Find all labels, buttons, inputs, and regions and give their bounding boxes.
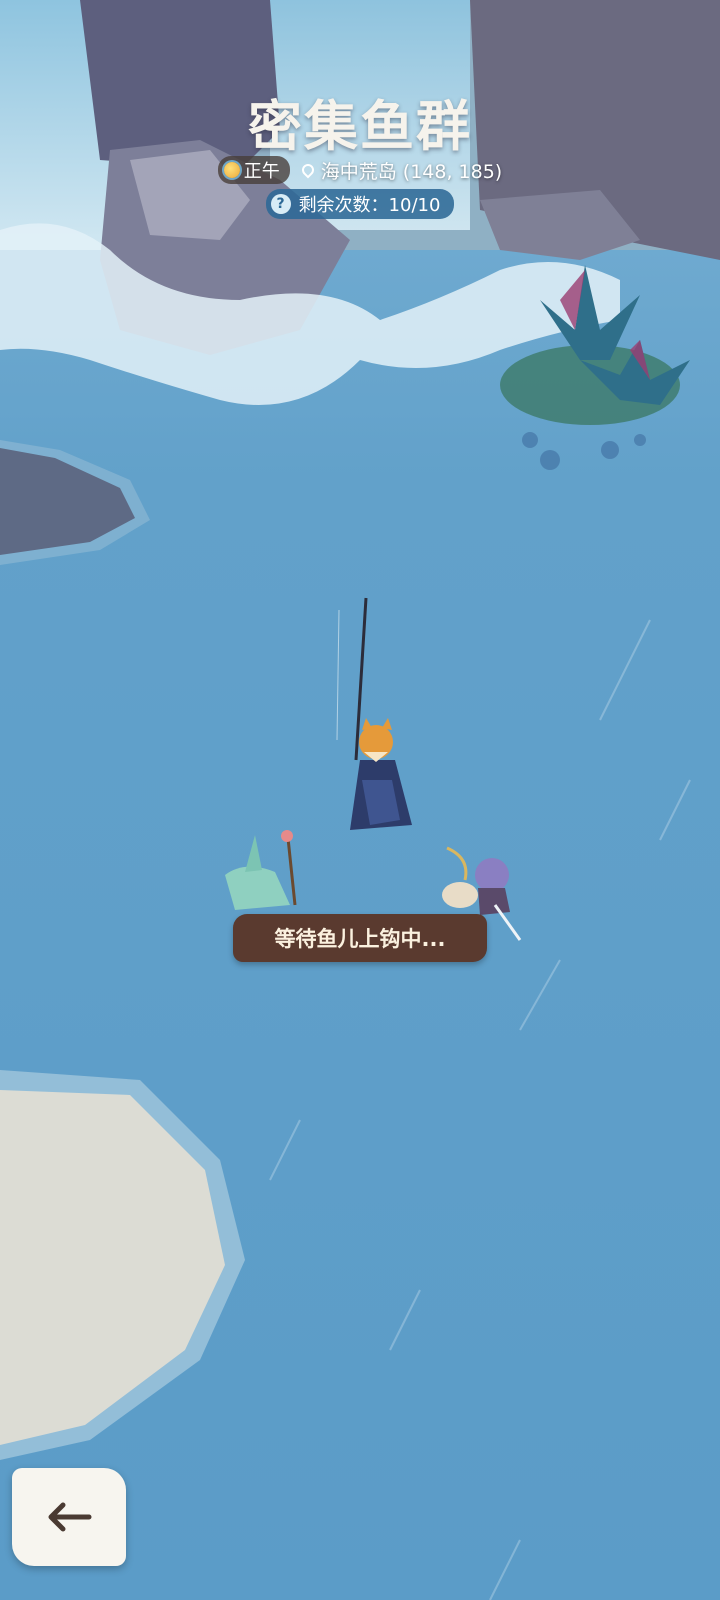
sun-icon — [223, 162, 240, 178]
game-scene — [0, 0, 720, 1600]
fishing-status-bubble: 等待鱼儿上钩中... — [233, 914, 487, 962]
time-of-day-label: 正午 — [243, 161, 280, 182]
back-arrow-icon — [48, 1502, 92, 1532]
remaining-count-row: ? 剩余次数：10/10 — [0, 189, 720, 219]
fishing-spot-title: 密集鱼群 — [248, 94, 472, 158]
location-label: 海中荒岛 (148, 185) — [320, 160, 503, 183]
spot-info-row: 正午 海中荒岛 (148, 185) — [0, 156, 720, 184]
remaining-attempts-label: 剩余次数：10/10 — [298, 195, 441, 216]
location-pin-icon — [299, 161, 317, 179]
scene-background — [0, 0, 720, 1600]
time-of-day-badge: 正午 — [217, 156, 290, 184]
location-info: 海中荒岛 (148, 185) — [299, 157, 503, 184]
fishing-status-text: 等待鱼儿上钩中... — [274, 927, 446, 951]
back-button[interactable] — [12, 1468, 126, 1566]
remaining-attempts-badge: ? 剩余次数：10/10 — [265, 189, 455, 219]
fishing-hook-icon: ? — [270, 194, 291, 214]
